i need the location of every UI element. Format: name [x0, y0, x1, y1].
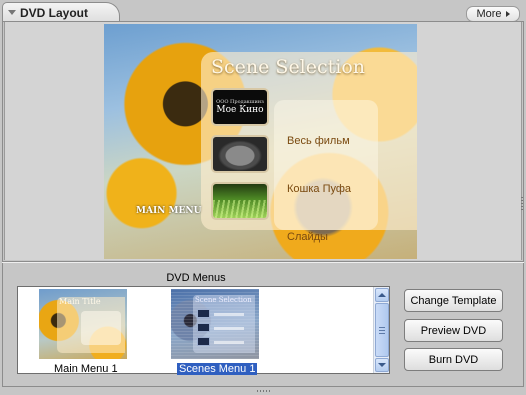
arrow-down-icon	[378, 363, 386, 367]
panel-title: DVD Layout	[20, 5, 89, 20]
grip-line	[379, 326, 385, 328]
thumb-scene-line	[214, 341, 244, 344]
scene-items-panel	[274, 100, 378, 230]
scroll-thumb[interactable]	[375, 303, 389, 357]
scene-thumb-grass[interactable]	[211, 182, 269, 220]
dvd-menus-list[interactable]: Main Title Main Menu 1 Scene Selection S…	[17, 286, 390, 375]
menu-thumbnail-main[interactable]: Main Title	[39, 289, 127, 359]
arrow-right-icon	[505, 11, 510, 17]
resize-grip-icon[interactable]	[521, 196, 523, 210]
thumb-title: Main Title	[59, 297, 101, 306]
main-menu-button[interactable]: MAIN MENU	[136, 206, 201, 216]
scene-thumb-title-card[interactable]: ООО Продакшинз Мое Кино	[211, 88, 269, 126]
collapse-triangle-icon[interactable]	[8, 10, 16, 15]
scene-selection-title: Scene Selection	[211, 56, 366, 78]
menu-thumbnail-scenes[interactable]: Scene Selection	[171, 289, 259, 359]
menu-name-main[interactable]: Main Menu 1	[52, 363, 120, 375]
scene-item-label[interactable]: Весь фильм	[287, 135, 350, 147]
thumb-inner-panel	[81, 311, 121, 345]
panel-bottom-border	[2, 386, 524, 387]
scroll-down-button[interactable]	[375, 358, 389, 372]
panel-tab[interactable]: DVD Layout	[2, 2, 120, 22]
thumb-scene-line	[214, 327, 244, 330]
more-button[interactable]: More	[466, 6, 520, 22]
thumb-scene-box	[197, 323, 210, 332]
dvd-menus-caption: DVD Menus	[166, 272, 226, 284]
resize-grip-icon[interactable]	[257, 390, 271, 392]
grip-line	[379, 329, 385, 331]
thumb-scene-box	[197, 309, 210, 318]
burn-dvd-button[interactable]: Burn DVD	[404, 348, 503, 371]
dvd-layout-panel: DVD Layout More Scene Selection ООО Прод…	[0, 0, 526, 395]
scroll-up-button[interactable]	[375, 288, 389, 302]
thumb-title: Scene Selection	[195, 296, 252, 304]
dvd-menu-preview[interactable]: Scene Selection ООО Продакшинз Мое Кино …	[104, 24, 417, 259]
arrow-up-icon	[378, 293, 386, 297]
more-button-label: More	[476, 8, 502, 20]
scene-item-label[interactable]: Слайды	[287, 231, 328, 243]
thumb-big-text: Мое Кино	[216, 105, 264, 115]
panel-left-border	[2, 22, 3, 387]
menu-name-scenes[interactable]: Scenes Menu 1	[177, 363, 258, 375]
panel-right-border	[523, 22, 524, 387]
change-template-button[interactable]: Change Template	[404, 289, 503, 312]
scene-item-label[interactable]: Кошка Пуфа	[287, 183, 351, 195]
scene-thumb-cat[interactable]	[211, 135, 269, 173]
thumb-scene-line	[214, 313, 244, 316]
preview-dvd-button[interactable]: Preview DVD	[404, 319, 503, 342]
thumb-scene-box	[197, 337, 210, 346]
menus-scrollbar[interactable]	[373, 287, 389, 373]
grip-line	[379, 332, 385, 334]
section-divider	[2, 261, 524, 263]
